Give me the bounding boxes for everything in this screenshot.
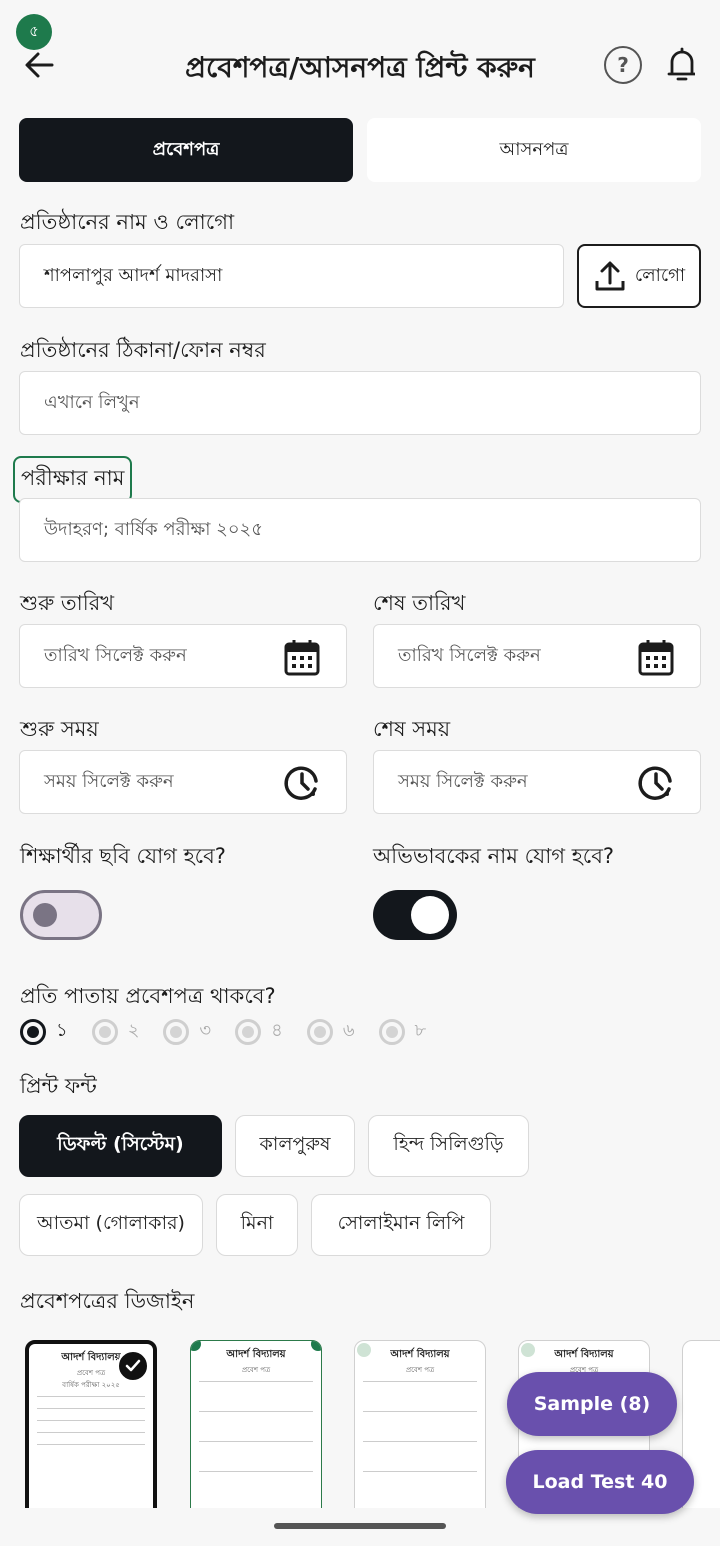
- card-title: আদর্শ বিদ্যালয়: [554, 1349, 614, 1360]
- corner-ornament: [311, 1341, 321, 1351]
- per-page-option-6[interactable]: ৬: [306, 1016, 355, 1047]
- exam-name-input[interactable]: উদাহরণ; বার্ষিক পরীক্ষা ২০২৫: [19, 498, 701, 562]
- card-line: [363, 1381, 477, 1382]
- start-date-picker[interactable]: তারিখ সিলেক্ট করুন: [19, 624, 347, 688]
- card-line: [199, 1471, 313, 1472]
- help-icon: ?: [617, 53, 629, 77]
- calendar-icon: [638, 640, 674, 676]
- clock-icon: [284, 766, 318, 800]
- address-label: প্রতিষ্ঠানের ঠিকানা/ফোন নম্বর: [20, 338, 266, 362]
- tab-seat-card[interactable]: আসনপত্র: [367, 118, 701, 182]
- radio-icon: [163, 1018, 190, 1045]
- card-line: [37, 1408, 145, 1409]
- card-title: আদর্শ বিদ্যালয়: [226, 1349, 286, 1360]
- calendar-icon: [284, 640, 320, 676]
- tab-admit-card[interactable]: প্রবেশপত্র: [19, 118, 353, 182]
- end-time-placeholder: সময় সিলেক্ট করুন: [398, 770, 528, 792]
- radio-selected-icon: [20, 1018, 46, 1045]
- per-page-option-8[interactable]: ৮: [378, 1016, 427, 1047]
- card-line: [199, 1441, 313, 1442]
- toggle-knob: [33, 903, 57, 927]
- print-font-label: প্রিন্ট ফন্ট: [20, 1074, 97, 1098]
- font-chip-mina[interactable]: মিনা: [216, 1194, 298, 1256]
- corner-ornament: [521, 1343, 535, 1357]
- per-page-option-3[interactable]: ৩: [163, 1016, 211, 1047]
- exam-name-label: পরীক্ষার নাম: [13, 456, 133, 503]
- institution-label: প্রতিষ্ঠানের নাম ও লোগো: [20, 210, 235, 234]
- sample-button[interactable]: Sample (8): [507, 1372, 677, 1436]
- upload-icon: [595, 261, 625, 291]
- card-subtitle: প্রবেশ পত্র: [405, 1366, 435, 1374]
- card-title: আদর্শ বিদ্যালয়: [390, 1349, 450, 1360]
- start-date-label: শুরু তারিখ: [20, 591, 115, 615]
- corner-ornament: [357, 1343, 371, 1357]
- card-line: [363, 1471, 477, 1472]
- card-line: [199, 1381, 313, 1382]
- toggle-knob: [411, 896, 449, 934]
- end-date-label: শেষ তারিখ: [373, 591, 466, 615]
- design-card-3[interactable]: আদর্শ বিদ্যালয় প্রবেশ পত্র: [354, 1340, 486, 1508]
- per-page-label: প্রতি পাতায় প্রবেশপত্র থাকবে?: [20, 984, 276, 1008]
- per-page-option-4[interactable]: ৪: [235, 1016, 283, 1047]
- radio-icon: [378, 1018, 405, 1045]
- radio-label: ৩: [199, 1020, 212, 1041]
- radio-label: ৬: [342, 1020, 355, 1041]
- card-subtitle: প্রবেশ পত্র: [241, 1366, 271, 1374]
- upload-logo-label: লোগো: [634, 264, 686, 286]
- font-chip-kalpurush[interactable]: কালপুরুষ: [235, 1115, 355, 1177]
- start-time-picker[interactable]: সময় সিলেক্ট করুন: [19, 750, 347, 814]
- institution-name-field[interactable]: শাপলাপুর আদর্শ মাদরাসা: [19, 244, 564, 308]
- card-line: [363, 1411, 477, 1412]
- card-line: [37, 1444, 145, 1445]
- radio-icon: [235, 1018, 262, 1045]
- radio-icon: [91, 1018, 118, 1045]
- font-chip-default[interactable]: ডিফল্ট (সিস্টেম): [19, 1115, 222, 1177]
- radio-icon: [306, 1018, 333, 1045]
- radio-label: ৮: [414, 1020, 427, 1041]
- end-date-picker[interactable]: তারিখ সিলেক্ট করুন: [373, 624, 701, 688]
- design-card-1[interactable]: আদর্শ বিদ্যালয় প্রবেশ পত্র বার্ষিক পরীক…: [25, 1340, 157, 1508]
- upload-logo-button[interactable]: লোগো: [577, 244, 701, 308]
- card-line: [199, 1411, 313, 1412]
- student-photo-toggle[interactable]: [20, 890, 102, 940]
- font-chip-hind-siliguri[interactable]: হিন্দ সিলিগুড়ি: [368, 1115, 529, 1177]
- font-chip-atma[interactable]: আতমা (গোলাকার): [19, 1194, 203, 1256]
- radio-label: ২: [127, 1020, 140, 1041]
- ticket-type-tabs: প্রবেশপত্র আসনপত্র: [19, 118, 701, 182]
- help-button[interactable]: ?: [604, 46, 642, 84]
- font-chip-solaiman-lipi[interactable]: সোলাইমান লিপি: [311, 1194, 491, 1256]
- radio-label: ৪: [271, 1020, 283, 1041]
- per-page-option-2[interactable]: ২: [91, 1016, 140, 1047]
- bell-icon: [667, 47, 695, 81]
- radio-label: ১: [56, 1020, 68, 1041]
- load-test-button[interactable]: Load Test 40: [506, 1450, 694, 1514]
- start-time-label: শুরু সময়: [20, 717, 99, 741]
- card-line: [37, 1420, 145, 1421]
- start-time-placeholder: সময় সিলেক্ট করুন: [44, 770, 174, 792]
- selected-check-icon: [117, 1350, 149, 1382]
- design-label: প্রবেশপত্রের ডিজাইন: [20, 1289, 195, 1313]
- guardian-name-label: অভিভাবকের নাম যোগ হবে?: [373, 844, 615, 868]
- per-page-option-1[interactable]: ১: [20, 1016, 68, 1047]
- notification-button[interactable]: [664, 46, 700, 84]
- end-time-label: শেষ সময়: [373, 717, 451, 741]
- home-indicator: [274, 1523, 446, 1529]
- card-line: [37, 1432, 145, 1433]
- design-card-2[interactable]: আদর্শ বিদ্যালয় প্রবেশ পত্র: [190, 1340, 322, 1508]
- end-date-placeholder: তারিখ সিলেক্ট করুন: [398, 644, 541, 666]
- per-page-radio-group: ১ ২ ৩ ৪ ৬ ৮: [20, 1016, 426, 1047]
- notification-count-badge: ৫: [16, 14, 52, 50]
- start-date-placeholder: তারিখ সিলেক্ট করুন: [44, 644, 187, 666]
- student-photo-label: শিক্ষার্থীর ছবি যোগ হবে?: [20, 844, 226, 868]
- card-line: [363, 1441, 477, 1442]
- clock-icon: [638, 766, 672, 800]
- address-input[interactable]: এখানে লিখুন: [19, 371, 701, 435]
- card-line: [37, 1396, 145, 1397]
- guardian-name-toggle[interactable]: [373, 890, 457, 940]
- end-time-picker[interactable]: সময় সিলেক্ট করুন: [373, 750, 701, 814]
